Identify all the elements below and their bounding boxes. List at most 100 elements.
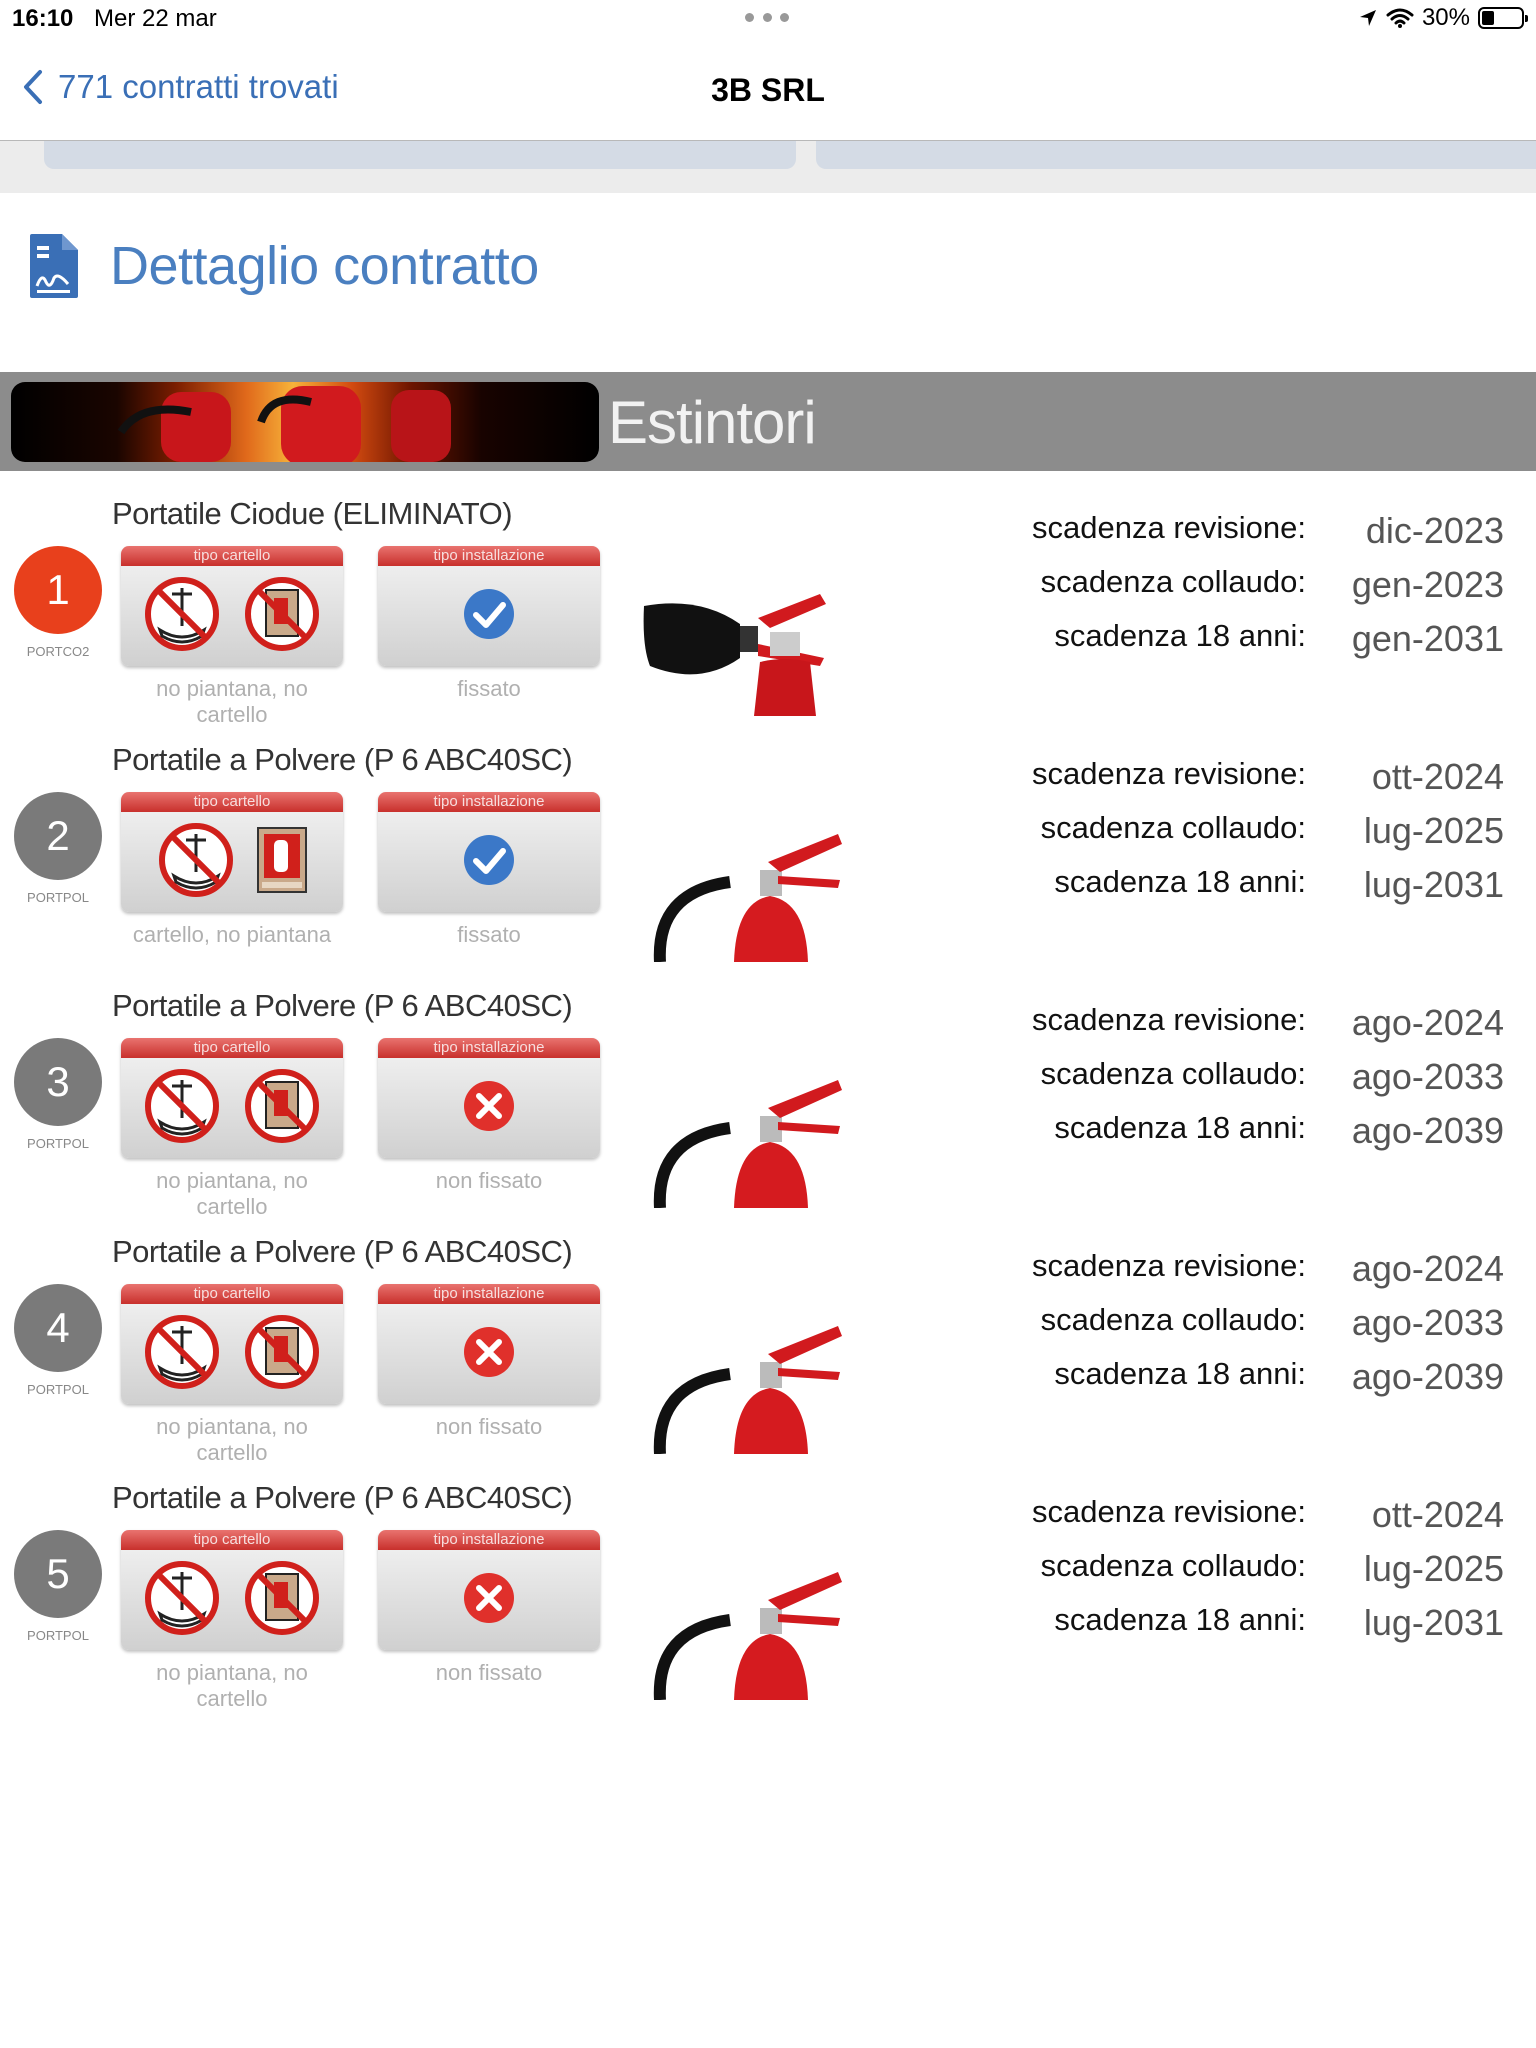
- anni18-value: lug-2031: [1363, 864, 1504, 905]
- revisione-label: scadenza revisione:: [1032, 510, 1306, 545]
- card-header: tipo installazione: [378, 1284, 600, 1304]
- no-piantana-icon: [156, 820, 236, 905]
- no-piantana-icon: [142, 1312, 222, 1397]
- collaudo-value: lug-2025: [1363, 810, 1504, 851]
- revisione-label: scadenza revisione:: [1032, 1494, 1306, 1529]
- cartello-caption: no piantana, no cartello: [156, 676, 308, 727]
- extinguisher-name: Portatile a Polvere (P 6 ABC40SC): [112, 742, 573, 777]
- collaudo-value: gen-2023: [1351, 564, 1504, 605]
- anni18-value: lug-2031: [1363, 1602, 1504, 1643]
- card-header: tipo installazione: [378, 546, 600, 566]
- row-number-badge: 2: [14, 792, 102, 880]
- collaudo-value: ago-2033: [1351, 1056, 1504, 1097]
- tipo-cartello-card[interactable]: tipo cartello: [121, 1284, 343, 1404]
- co2-extinguisher-image: [640, 566, 880, 716]
- status-date: Mer 22 mar: [94, 5, 217, 32]
- multitasking-dots-icon[interactable]: [745, 13, 789, 25]
- tab-strip: [0, 141, 1536, 193]
- installazione-caption: non fissato: [435, 1168, 543, 1193]
- extinguisher-row[interactable]: Portatile Ciodue (ELIMINATO) 1 PORTCO2 tipo…: [0, 496, 1536, 742]
- anni18-value: ago-2039: [1351, 1110, 1504, 1151]
- card-header: tipo cartello: [121, 1038, 343, 1058]
- powder-extinguisher-image: [640, 1058, 880, 1209]
- extinguisher-row[interactable]: Portatile a Polvere (P 6 ABC40SC) 3 PORTPO…: [0, 988, 1536, 1234]
- installazione-caption: fissato: [457, 922, 521, 947]
- card-header: tipo cartello: [121, 1530, 343, 1550]
- installazione-caption: non fissato: [435, 1660, 543, 1685]
- check-icon: [462, 587, 516, 646]
- extinguisher-code: PORTCO2: [26, 644, 90, 659]
- page-title: 3B SRL: [711, 72, 825, 108]
- anni18-value: gen-2031: [1351, 618, 1504, 659]
- anni18-value: ago-2039: [1351, 1356, 1504, 1397]
- no-cartello-icon: [242, 1312, 322, 1397]
- tipo-cartello-card[interactable]: tipo cartello: [121, 546, 343, 666]
- tipo-installazione-card[interactable]: tipo installazione: [378, 546, 600, 666]
- collaudo-label: scadenza collaudo:: [1040, 810, 1306, 845]
- collaudo-value: lug-2025: [1363, 1548, 1504, 1589]
- tipo-cartello-card[interactable]: tipo cartello: [121, 1038, 343, 1158]
- revisione-value: ago-2024: [1351, 1248, 1504, 1289]
- card-header: tipo cartello: [121, 546, 343, 566]
- battery-icon: [1478, 7, 1528, 29]
- tipo-installazione-card[interactable]: tipo installazione: [378, 792, 600, 912]
- check-icon: [462, 833, 516, 892]
- tab-pill-left[interactable]: [44, 141, 796, 169]
- tipo-installazione-card[interactable]: tipo installazione: [378, 1038, 600, 1158]
- extinguisher-row[interactable]: Portatile a Polvere (P 6 ABC40SC) 2 PORTPO…: [0, 742, 1536, 988]
- extinguisher-name: Portatile Ciodue (ELIMINATO): [112, 496, 513, 531]
- revisione-label: scadenza revisione:: [1032, 756, 1306, 791]
- anni18-label: scadenza 18 anni:: [1054, 1110, 1306, 1145]
- extinguishers-fire-banner-image: [11, 382, 599, 462]
- no-piantana-icon: [142, 1066, 222, 1151]
- card-header: tipo installazione: [378, 1530, 600, 1550]
- collaudo-label: scadenza collaudo:: [1040, 1302, 1306, 1337]
- tab-pill-right[interactable]: [816, 141, 1536, 169]
- extinguisher-row[interactable]: Portatile a Polvere (P 6 ABC40SC) 5 PORTPO…: [0, 1480, 1536, 1726]
- revisione-value: ott-2024: [1371, 1494, 1504, 1535]
- cartello-caption: no piantana, no cartello: [156, 1168, 308, 1219]
- no-piantana-icon: [142, 1558, 222, 1643]
- row-number-badge: 3: [14, 1038, 102, 1126]
- card-header: tipo cartello: [121, 1284, 343, 1304]
- section-title: Estintori: [608, 389, 817, 456]
- extinguisher-code: PORTPOL: [27, 890, 89, 905]
- detail-title: Dettaglio contratto: [110, 236, 539, 296]
- revisione-value: dic-2023: [1365, 510, 1504, 551]
- card-header: tipo installazione: [378, 1038, 600, 1058]
- tipo-cartello-card[interactable]: tipo cartello: [121, 1530, 343, 1650]
- card-header: tipo installazione: [378, 792, 600, 812]
- tipo-installazione-card[interactable]: tipo installazione: [378, 1284, 600, 1404]
- installazione-caption: non fissato: [435, 1414, 543, 1439]
- tipo-installazione-card[interactable]: tipo installazione: [378, 1530, 600, 1650]
- powder-extinguisher-image: [640, 812, 880, 963]
- cross-icon: [462, 1571, 516, 1630]
- anni18-label: scadenza 18 anni:: [1054, 1602, 1306, 1637]
- extinguisher-code: PORTPOL: [27, 1628, 89, 1643]
- revisione-label: scadenza revisione:: [1032, 1248, 1306, 1283]
- extinguisher-code: PORTPOL: [27, 1382, 89, 1397]
- status-indicators: 30%: [1358, 4, 1528, 32]
- revisione-value: ott-2024: [1371, 756, 1504, 797]
- extinguisher-name: Portatile a Polvere (P 6 ABC40SC): [112, 988, 573, 1023]
- detail-header: Dettaglio contratto: [28, 232, 539, 300]
- cartello-icon: [256, 826, 308, 899]
- no-piantana-icon: [142, 574, 222, 659]
- extinguisher-name: Portatile a Polvere (P 6 ABC40SC): [112, 1480, 573, 1515]
- row-number-badge: 4: [14, 1284, 102, 1372]
- contract-document-icon: [30, 234, 78, 298]
- collaudo-label: scadenza collaudo:: [1040, 564, 1306, 599]
- location-arrow-icon: [1359, 10, 1376, 26]
- cartello-caption: no piantana, no cartello: [156, 1414, 308, 1465]
- anni18-label: scadenza 18 anni:: [1054, 1356, 1306, 1391]
- tipo-cartello-card[interactable]: tipo cartello: [121, 792, 343, 912]
- no-cartello-icon: [242, 574, 322, 659]
- section-banner: Estintori: [0, 372, 1536, 471]
- extinguisher-row[interactable]: Portatile a Polvere (P 6 ABC40SC) 4 PORTPO…: [0, 1234, 1536, 1480]
- row-number-badge: 5: [14, 1530, 102, 1618]
- collaudo-label: scadenza collaudo:: [1040, 1548, 1306, 1583]
- installazione-caption: fissato: [457, 676, 521, 701]
- revisione-value: ago-2024: [1351, 1002, 1504, 1043]
- powder-extinguisher-image: [640, 1550, 880, 1701]
- anni18-label: scadenza 18 anni:: [1054, 864, 1306, 899]
